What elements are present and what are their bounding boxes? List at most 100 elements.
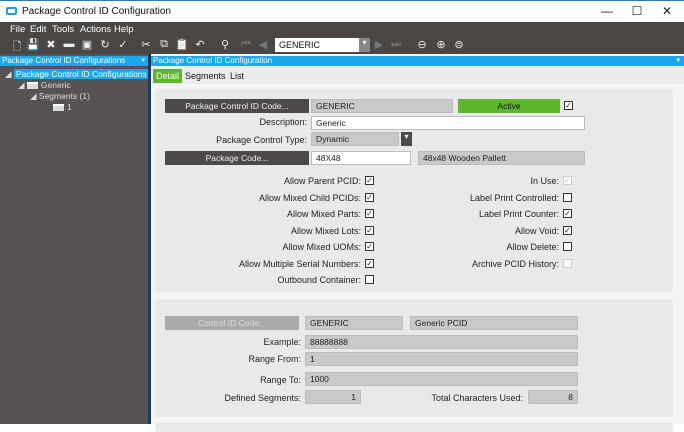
package-code-button[interactable]: Package Code... bbox=[165, 151, 309, 165]
tree-item-segments[interactable]: ◢ Segments (1) bbox=[30, 91, 90, 102]
tree-panel-header: Package Control ID Configurations ▾ bbox=[0, 56, 148, 66]
option-checkbox[interactable] bbox=[365, 275, 374, 284]
checkbox-label: Allow Mixed Parts: bbox=[286, 209, 361, 219]
option-checkbox[interactable]: ✓ bbox=[365, 242, 374, 251]
first-record-icon[interactable]: ⏮ bbox=[239, 38, 253, 51]
tab-detail[interactable]: Detail bbox=[153, 69, 183, 83]
print-icon[interactable]: ⊜ bbox=[452, 38, 466, 51]
active-checkbox[interactable]: ✓ bbox=[564, 101, 573, 110]
tree-root[interactable]: ◢ Package Control ID Configurations bbox=[5, 69, 149, 80]
copy-icon[interactable]: ⧉ bbox=[157, 38, 171, 51]
option-checkbox[interactable]: ✓ bbox=[365, 209, 374, 218]
checkbox-label: Allow Mixed Lots: bbox=[290, 225, 361, 236]
tree-item-label: Generic bbox=[40, 80, 71, 90]
checkbox-label: Outbound Container: bbox=[277, 275, 361, 285]
tree-item-segment[interactable]: 1 bbox=[53, 102, 72, 112]
tree-root-label: Package Control ID Configurations bbox=[13, 69, 149, 79]
undo-icon[interactable]: ↶ bbox=[193, 38, 207, 51]
description-input[interactable]: Generic bbox=[311, 116, 585, 130]
code-field[interactable]: GENERIC bbox=[311, 99, 453, 113]
checkbox-label: Archive PCID History: bbox=[471, 258, 559, 269]
option-checkbox[interactable]: ✓ bbox=[563, 209, 572, 218]
menu-tools[interactable]: Tools bbox=[52, 24, 74, 35]
total-characters-field: 8 bbox=[528, 390, 578, 404]
type-label: Package Control Type: bbox=[216, 135, 307, 145]
close-button[interactable]: ✕ bbox=[657, 4, 677, 18]
package-code-input[interactable]: 48X48 bbox=[311, 151, 411, 165]
control-id-code-button[interactable]: Control ID Code... bbox=[165, 316, 299, 330]
package-control-id-code-button[interactable]: Package Control ID Code... bbox=[165, 99, 309, 113]
checkbox-label: Allow Mixed Child PCIDs: bbox=[258, 192, 361, 203]
forward-icon[interactable]: ⊕ bbox=[434, 38, 448, 51]
detail-panel-header: Package Control ID Configuration ▾ bbox=[151, 56, 684, 66]
folder-icon bbox=[26, 82, 38, 90]
checkbox-label: Allow Multiple Serial Numbers: bbox=[238, 258, 361, 269]
folder-icon bbox=[53, 104, 64, 112]
option-checkbox[interactable]: ✓ bbox=[365, 192, 374, 202]
title-bar: Package Control ID Configuration — ☐ ✕ bbox=[0, 0, 684, 22]
tree-panel-title: Package Control ID Configurations bbox=[2, 56, 126, 65]
search-icon[interactable]: ⚲ bbox=[218, 38, 232, 51]
tree-item-generic[interactable]: ◢ Generic bbox=[18, 80, 71, 91]
checkbox-label: Allow Void: bbox=[514, 225, 559, 236]
app-icon bbox=[6, 7, 17, 15]
delete-icon[interactable]: ✖ bbox=[44, 38, 58, 51]
range-from-field: 1 bbox=[305, 352, 578, 366]
status-badge: Active bbox=[458, 99, 560, 113]
menu-help[interactable]: Help bbox=[114, 24, 134, 35]
description-label: Description: bbox=[259, 117, 307, 127]
control-desc-field: Generic PCID bbox=[410, 316, 578, 330]
tab-bar: Detail Segments List bbox=[151, 67, 684, 84]
tree-panel: Package Control ID Configurations ▾ ◢ Pac… bbox=[0, 54, 149, 424]
cut-icon[interactable]: ✂ bbox=[139, 38, 153, 51]
checkbox-label: Label Print Controlled: bbox=[469, 192, 559, 203]
option-checkbox: ✓ bbox=[563, 176, 572, 185]
example-field: 88888888 bbox=[305, 335, 578, 349]
window-title: Package Control ID Configuration bbox=[22, 6, 171, 17]
tab-segments[interactable]: Segments bbox=[182, 69, 229, 83]
pin-icon[interactable]: ▾ bbox=[141, 56, 145, 66]
control-code-field: GENERIC bbox=[305, 316, 403, 330]
maximize-button[interactable]: ☐ bbox=[627, 4, 647, 18]
tab-list[interactable]: List bbox=[227, 69, 247, 83]
defined-segments-label: Defined Segments: bbox=[224, 393, 301, 403]
option-checkbox[interactable]: ✓ bbox=[365, 225, 374, 235]
tree-item-label: Segments (1) bbox=[38, 91, 90, 101]
book-icon[interactable]: ▬ bbox=[62, 38, 76, 50]
chevron-down-icon[interactable]: ▾ bbox=[359, 38, 370, 52]
toolbar: 🗋 💾 ✖ ▬ ▣ ↻ ✓ ✂ ⧉ 📋 ↶ ⚲ ⏮ ◀ GENERIC ▾ ▶ … bbox=[0, 37, 684, 54]
menu-file[interactable]: File bbox=[10, 24, 25, 35]
clear-icon[interactable]: ✓ bbox=[116, 38, 130, 51]
last-record-icon[interactable]: ⏭ bbox=[389, 38, 403, 51]
back-icon[interactable]: ⊖ bbox=[415, 38, 429, 51]
save-icon[interactable]: 💾 bbox=[26, 38, 40, 51]
range-to-field: 1000 bbox=[305, 372, 578, 386]
type-select[interactable]: Dynamic bbox=[311, 132, 399, 146]
refresh-icon[interactable]: ↻ bbox=[98, 38, 112, 51]
attach-icon[interactable]: ▣ bbox=[80, 38, 94, 51]
range-to-label: Range To: bbox=[260, 375, 301, 385]
record-nav-input[interactable]: GENERIC bbox=[275, 38, 359, 52]
menu-actions[interactable]: Actions bbox=[80, 24, 111, 35]
prev-record-icon[interactable]: ◀ bbox=[256, 38, 270, 51]
minimize-button[interactable]: — bbox=[597, 4, 617, 18]
option-checkbox[interactable] bbox=[563, 192, 572, 202]
paste-icon[interactable]: 📋 bbox=[175, 38, 189, 51]
pin-icon[interactable]: ▾ bbox=[676, 56, 680, 66]
option-checkbox[interactable]: ✓ bbox=[563, 225, 572, 235]
detail-panel-title: Package Control ID Configuration bbox=[153, 56, 273, 65]
checkbox-label: Label Print Counter: bbox=[478, 209, 559, 219]
option-checkbox[interactable]: ✓ bbox=[365, 176, 374, 185]
next-record-icon[interactable]: ▶ bbox=[372, 38, 386, 51]
menu-bar: File Edit Tools Actions Help bbox=[0, 22, 684, 37]
option-checkbox[interactable] bbox=[563, 242, 572, 251]
total-characters-label: Total Characters Used: bbox=[431, 393, 523, 403]
checkbox-label: In Use: bbox=[530, 176, 559, 186]
tree-item-label: 1 bbox=[67, 102, 72, 112]
chevron-down-icon[interactable]: ▾ bbox=[401, 132, 412, 146]
checkbox-label: Allow Parent PCID: bbox=[283, 176, 361, 186]
menu-edit[interactable]: Edit bbox=[30, 24, 46, 35]
option-checkbox[interactable]: ✓ bbox=[365, 258, 374, 268]
defined-segments-field: 1 bbox=[305, 390, 361, 404]
range-from-label: Range From: bbox=[248, 354, 301, 364]
